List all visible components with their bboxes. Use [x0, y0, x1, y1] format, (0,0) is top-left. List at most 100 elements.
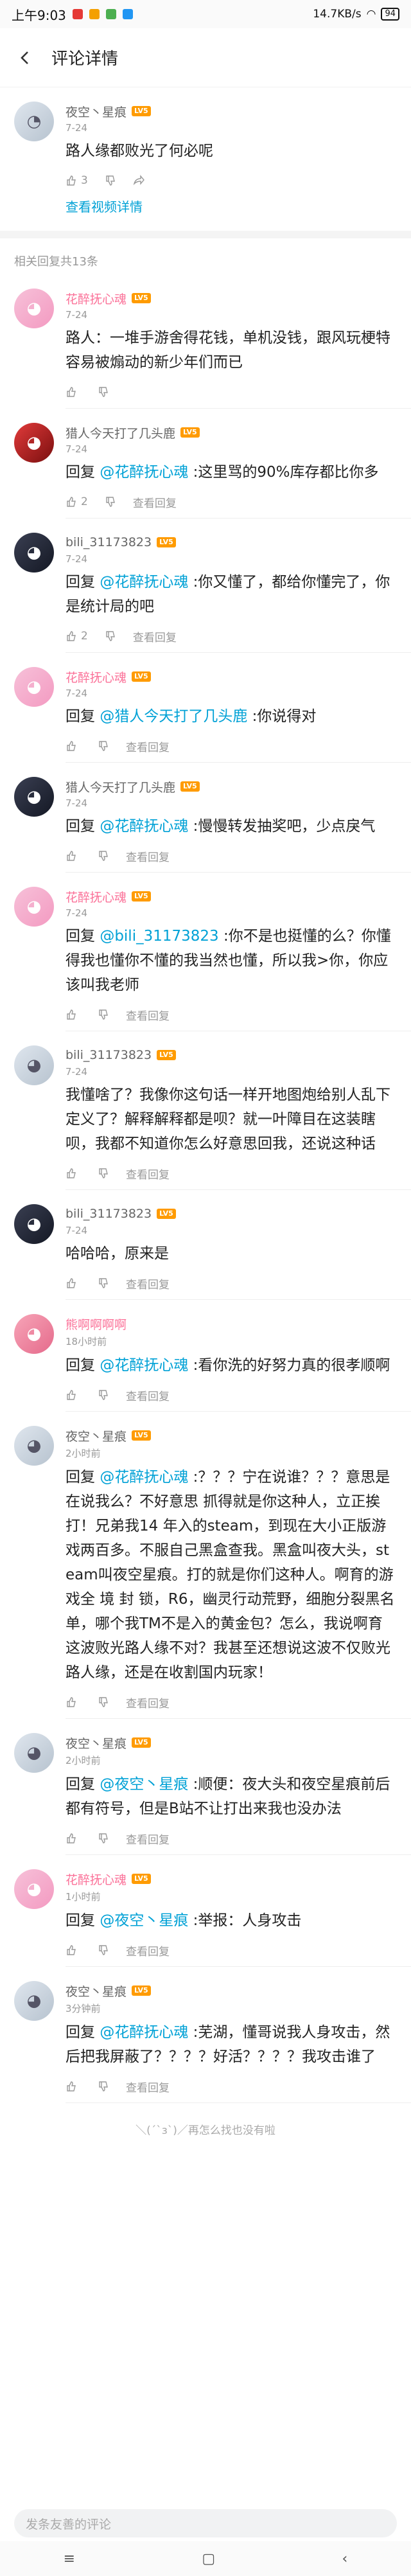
- like-button[interactable]: [66, 1696, 81, 1708]
- view-replies-link[interactable]: 查看回复: [133, 494, 177, 510]
- dislike-button[interactable]: [105, 175, 116, 186]
- menu-icon[interactable]: ≡: [64, 2551, 75, 2567]
- dislike-button[interactable]: [98, 1168, 109, 1179]
- avatar[interactable]: ◕: [14, 1981, 54, 2021]
- like-button[interactable]: [66, 1833, 81, 1844]
- view-replies-link[interactable]: 查看回复: [126, 1694, 170, 1710]
- mention-link[interactable]: @花醉抚心魂: [100, 1357, 188, 1374]
- dislike-button[interactable]: [98, 1389, 109, 1401]
- avatar[interactable]: ◕: [14, 1869, 54, 1909]
- avatar[interactable]: ◕: [14, 1314, 54, 1354]
- username[interactable]: 猎人今天打了几头鹿: [66, 424, 175, 441]
- avatar[interactable]: ◕: [14, 667, 54, 707]
- username[interactable]: 夜空丶星痕: [66, 1734, 127, 1752]
- notification-icon: [72, 9, 83, 19]
- thumbs-up-icon: [67, 851, 76, 861]
- like-button[interactable]: [66, 1277, 81, 1289]
- mention-link[interactable]: @花醉抚心魂: [100, 818, 188, 835]
- view-replies-link[interactable]: 查看回复: [126, 1275, 170, 1292]
- avatar[interactable]: ◕: [14, 887, 54, 927]
- avatar[interactable]: ◕: [14, 423, 54, 463]
- username[interactable]: 花醉抚心魂: [66, 290, 127, 307]
- dislike-button[interactable]: [98, 1833, 109, 1844]
- dislike-button[interactable]: [105, 630, 116, 642]
- username[interactable]: bili_31173823: [66, 1048, 152, 1062]
- dislike-button[interactable]: [105, 496, 116, 508]
- reply-prefix: 回复: [66, 818, 100, 835]
- thumbs-down-icon: [99, 2081, 108, 2092]
- like-button[interactable]: [66, 1009, 81, 1020]
- avatar[interactable]: ◕: [14, 777, 54, 817]
- like-button[interactable]: [66, 1168, 81, 1179]
- view-replies-link[interactable]: 查看回复: [126, 738, 170, 754]
- avatar[interactable]: ◔: [14, 102, 54, 141]
- mention-link[interactable]: @花醉抚心魂: [100, 1469, 188, 1486]
- username[interactable]: 花醉抚心魂: [66, 1870, 127, 1888]
- like-button[interactable]: [66, 740, 81, 752]
- username[interactable]: bili_31173823: [66, 1207, 152, 1221]
- view-replies-link[interactable]: 查看回复: [126, 2079, 170, 2095]
- avatar[interactable]: ◕: [14, 1426, 54, 1466]
- mention-link[interactable]: @花醉抚心魂: [100, 2024, 188, 2041]
- thumbs-down-icon: [99, 1945, 108, 1955]
- reply-prefix: 回复: [66, 1912, 100, 1929]
- username[interactable]: 夜空丶星痕: [66, 1982, 127, 2000]
- share-button[interactable]: [133, 175, 144, 186]
- mention-link[interactable]: @猎人今天打了几头鹿: [100, 708, 247, 725]
- avatar[interactable]: ◕: [14, 289, 54, 328]
- back-arrow-icon[interactable]: [14, 46, 37, 69]
- dislike-button[interactable]: [98, 850, 109, 862]
- like-button[interactable]: 2: [66, 495, 88, 508]
- view-video-link[interactable]: 查看视频详情: [66, 197, 397, 215]
- dislike-button[interactable]: [98, 1009, 109, 1020]
- like-button[interactable]: [66, 1389, 81, 1401]
- comment-input[interactable]: 发条友善的评论: [14, 2509, 397, 2537]
- dislike-button[interactable]: [98, 740, 109, 752]
- avatar[interactable]: ◕: [14, 1045, 54, 1085]
- avatar[interactable]: ◕: [14, 533, 54, 573]
- thumbs-up-icon: [67, 1833, 76, 1843]
- dislike-button[interactable]: [98, 1277, 109, 1289]
- like-button[interactable]: 3: [66, 174, 88, 187]
- mention-link[interactable]: @夜空丶星痕: [100, 1912, 188, 1929]
- username[interactable]: 猎人今天打了几头鹿: [66, 778, 175, 795]
- username[interactable]: bili_31173823: [66, 535, 152, 549]
- mention-link[interactable]: @花醉抚心魂: [100, 574, 188, 591]
- username[interactable]: 夜空丶星痕: [66, 103, 127, 120]
- wifi-icon: ◠: [366, 8, 376, 21]
- view-replies-link[interactable]: 查看回复: [126, 848, 170, 864]
- view-replies-link[interactable]: 查看回复: [126, 1387, 170, 1403]
- comment-text: 我懂啥了？我像你这句话一样开地图炮给别人乱下定义了？解释解释都是呗？就一叶障目在…: [66, 1083, 397, 1156]
- dislike-button[interactable]: [98, 1944, 109, 1956]
- avatar[interactable]: ◕: [14, 1733, 54, 1773]
- like-button[interactable]: [66, 1944, 81, 1956]
- view-replies-link[interactable]: 查看回复: [126, 1007, 170, 1023]
- view-replies-link[interactable]: 查看回复: [126, 1942, 170, 1959]
- like-button[interactable]: 2: [66, 630, 88, 643]
- reply-item: ◕ 花醉抚心魂 LV5 7-24 路人：一堆手游舍得花钱，单机没钱，跟风玩梗特容…: [0, 274, 411, 408]
- reply-item: ◕ 熊啊啊啊啊 18小时前 回复 @花醉抚心魂 :看你洗的好努力真的很孝顺啊 查…: [0, 1300, 411, 1411]
- username[interactable]: 花醉抚心魂: [66, 888, 127, 905]
- mention-link[interactable]: @花醉抚心魂: [100, 464, 188, 481]
- like-button[interactable]: [66, 850, 81, 862]
- dislike-button[interactable]: [98, 1696, 109, 1708]
- avatar[interactable]: ◕: [14, 1204, 54, 1244]
- thumbs-up-icon: [67, 1390, 76, 1400]
- view-replies-link[interactable]: 查看回复: [126, 1166, 170, 1182]
- mention-link[interactable]: @bili_31173823: [100, 928, 218, 945]
- like-button[interactable]: [66, 2081, 81, 2092]
- view-replies-link[interactable]: 查看回复: [133, 628, 177, 644]
- username[interactable]: 熊啊啊啊啊: [66, 1315, 127, 1333]
- username[interactable]: 花醉抚心魂: [66, 668, 127, 686]
- view-replies-link[interactable]: 查看回复: [126, 1831, 170, 1847]
- home-icon[interactable]: ▢: [202, 2551, 215, 2567]
- reply-item: ◕ 夜空丶星痕 LV5 3分钟前 回复 @花醉抚心魂 :芜湖，懂哥说我人身攻击，…: [0, 1967, 411, 2102]
- back-icon[interactable]: ‹: [342, 2551, 348, 2567]
- username[interactable]: 夜空丶星痕: [66, 1427, 127, 1444]
- notification-icon: [122, 9, 133, 19]
- dislike-button[interactable]: [98, 2081, 109, 2092]
- like-button[interactable]: [66, 386, 81, 398]
- dislike-button[interactable]: [98, 386, 109, 398]
- mention-link[interactable]: @夜空丶星痕: [100, 1776, 188, 1793]
- end-of-list-note: ＼(´`з`)／再怎么找也没有啦: [136, 2124, 275, 2137]
